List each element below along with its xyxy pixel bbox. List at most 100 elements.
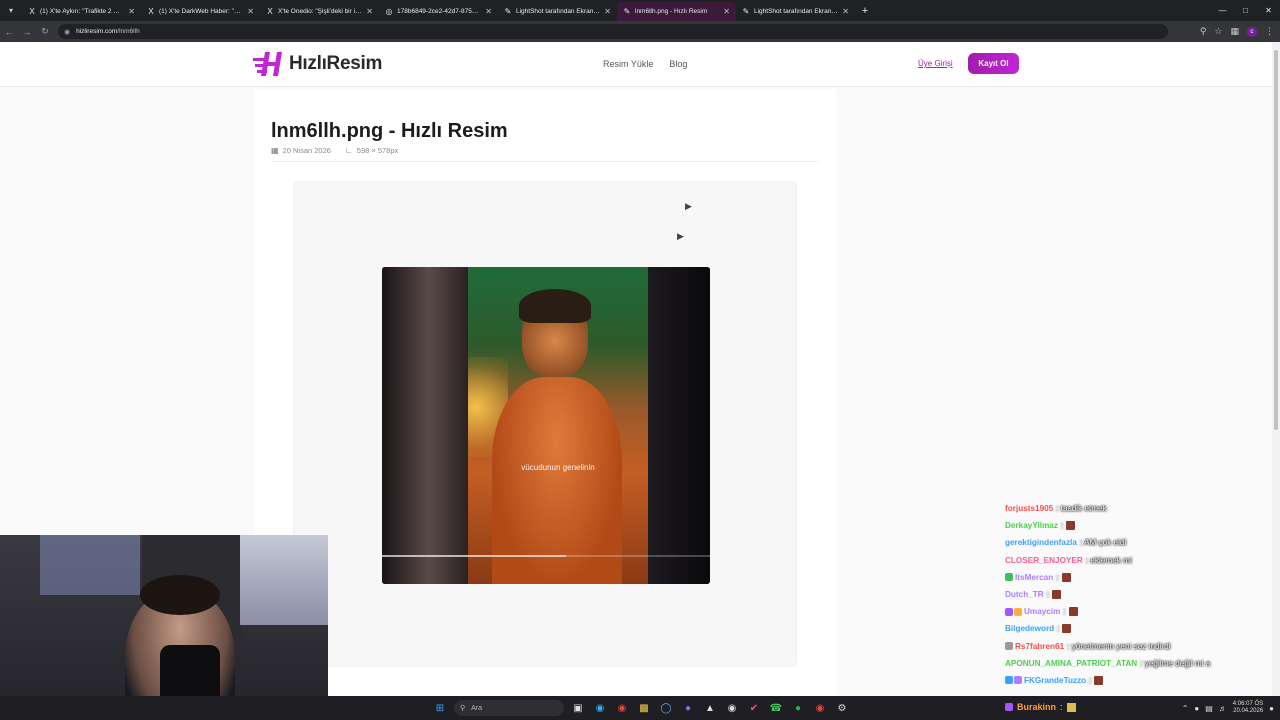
close-tab-icon[interactable]: ✕ [247,7,254,16]
chrome-icon[interactable]: ◉ [614,700,630,716]
close-tab-icon[interactable]: ✕ [128,7,135,16]
app-icon[interactable]: ⚙ [834,700,850,716]
mouse-cursor-icon: ▶ [677,231,684,241]
chat-message: ItsMercan: [1005,569,1265,586]
login-link[interactable]: Üye Girişi [918,59,953,68]
chat-message: FKGrandeTuzzo: [1005,672,1265,689]
notification-icon[interactable]: ● [1269,704,1274,713]
browser-tab[interactable]: ◎ 178b6849-2ce2-42d7-8750-28 ✕ [379,2,498,21]
chat-text: : AM çok eldi [1079,538,1127,548]
chat-message: Bilgedeword: [1005,620,1265,637]
tab-title: (1) X'te Aykırı: "Trafikte 2 meder [40,8,125,15]
chat-text: : [1060,521,1064,531]
uploaded-image[interactable]: vücudunun genelinin [382,267,710,584]
browser-tab[interactable]: ✎ LightShot tarafından Ekran Gör ✕ [498,2,617,21]
maximize-icon[interactable]: □ [1234,0,1257,21]
toolbar-actions: ⚲ ☆ ▦ c ⋮ [1200,21,1274,42]
close-tab-icon[interactable]: ✕ [842,7,849,16]
site-logo[interactable]: HızlıResim [253,52,382,76]
nav-upload-link[interactable]: Resim Yükle [603,59,653,69]
feather-icon: ✎ [623,6,631,16]
chat-text: : yeğilme değil mi a [1140,658,1211,668]
browser-tab[interactable]: X X'te Onedio: "Şişli'deki bir ilkok ✕ [260,2,379,21]
webcam-window [240,535,328,625]
spotify-icon[interactable]: ● [790,700,806,716]
forward-arrow-icon[interactable]: → [18,27,36,37]
browser-tab[interactable]: X (1) X'te DarkWeb Haber: "Bir gu ✕ [141,2,260,21]
browser-toolbar: ← → ↻ ◉ hizliresim.com/lnm6llh ⚲ ☆ ▦ c ⋮ [0,21,1280,42]
folder-icon[interactable]: ▩ [636,700,652,716]
back-arrow-icon[interactable]: ← [0,27,18,37]
logo-text: HızlıResim [289,53,383,74]
close-tab-icon[interactable]: ✕ [366,7,373,16]
tab-title: 178b6849-2ce2-42d7-8750-28 [397,8,482,15]
image-dimensions: ∟ 598 × 578px [344,146,399,155]
app-icon[interactable]: ✔ [746,700,762,716]
address-bar[interactable]: ◉ hizliresim.com/lnm6llh [58,24,1168,39]
tray-chevron-icon[interactable]: ⌃ [1182,704,1189,713]
alert-user: Burakinn [1017,702,1057,712]
edge-icon[interactable]: ◉ [592,700,608,716]
tab-title: LightShot tarafından Ekran Gör [754,8,839,15]
site-info-icon[interactable]: ◉ [64,28,70,36]
chat-badge-icon [1005,573,1013,582]
image-person-torso [492,377,622,584]
alert-badge-icon [1005,703,1013,711]
close-tab-icon[interactable]: ✕ [604,7,611,16]
chat-message: APONUN_AMINA_PATRIOT_ATAN: yeğilme değil… [1005,655,1265,672]
chat-message: gerektigindenfazla: AM çok eldi [1005,534,1265,551]
new-tab-plus-icon[interactable]: + [855,5,875,17]
emote-icon [1094,675,1104,685]
logo-h-icon [253,52,285,76]
profile-avatar[interactable]: c [1247,26,1257,37]
signup-button[interactable]: Kayıt Ol [968,53,1019,74]
tab-title: X'te Onedio: "Şişli'deki bir ilkok [278,8,363,15]
reload-icon[interactable]: ↻ [36,26,54,37]
extensions-icon[interactable]: ▦ [1230,26,1239,37]
steam-icon[interactable]: ◉ [724,700,740,716]
bookmark-star-icon[interactable]: ☆ [1214,26,1222,37]
start-windows-icon[interactable]: ⊞ [432,700,448,716]
app-icon[interactable]: ▲ [702,700,718,716]
chat-message: Umaycim: [1005,603,1265,620]
emote-icon [1066,521,1076,531]
app-icon[interactable]: ◯ [658,700,674,716]
window-controls: — □ ✕ [1211,0,1280,21]
chat-text: : [1056,572,1059,582]
browser-tab[interactable]: X (1) X'te Aykırı: "Trafikte 2 meder ✕ [22,2,141,21]
task-view-icon[interactable]: ▣ [570,700,586,716]
browser-menu-icon[interactable]: ⋮ [1265,26,1274,37]
chat-badges [1005,573,1013,582]
close-tab-icon[interactable]: ✕ [485,7,492,16]
nav-blog-link[interactable]: Blog [669,59,687,69]
taskbar-apps: ⊞ ⚲ Ara ▣ ◉ ◉ ▩ ◯ ● ▲ ◉ ✔ ☎ ● ◉ ⚙ [432,696,850,720]
discord-icon[interactable]: ● [680,700,696,716]
chat-text: : yönetmenin yeni sez indirdi [1067,641,1171,651]
tab-search-icon[interactable]: ▾ [0,0,22,21]
clock[interactable]: 4:06:07 ÖS 20.04.2026 [1233,701,1263,715]
chat-message: forjusts1905: tasdik etmek [1005,500,1265,517]
main-nav: Resim Yükle Blog [603,59,687,69]
image-preview-frame: vücudunun genelinin [293,181,797,667]
chat-badge-icon [1014,607,1022,616]
browser-tab[interactable]: ✎ LightShot tarafından Ekran Gör ✕ [736,2,855,21]
scrollbar-thumb[interactable] [1274,50,1278,430]
chat-username: Bilgedeword [1005,624,1055,634]
mic-tray-icon[interactable]: ● [1194,704,1199,713]
page-scrollbar[interactable] [1272,42,1280,696]
chrome-icon[interactable]: ◉ [812,700,828,716]
close-tab-icon[interactable]: ✕ [723,7,730,16]
chat-badges [1005,607,1022,616]
tab-title: lnm6llh.png - Hızlı Resim [635,8,708,15]
taskbar-search[interactable]: ⚲ Ara [454,700,564,716]
minimize-icon[interactable]: — [1211,0,1234,21]
whatsapp-icon[interactable]: ☎ [768,700,784,716]
video-progress-fill [382,555,566,557]
network-icon[interactable]: ▤ [1205,704,1213,713]
close-window-icon[interactable]: ✕ [1257,0,1280,21]
zoom-icon[interactable]: ⚲ [1200,26,1207,37]
volume-icon[interactable]: ♬ [1219,704,1227,713]
browser-tab[interactable]: ✎ lnm6llh.png - Hızlı Resim ✕ [617,2,736,21]
browser-tab-bar: ▾ X (1) X'te Aykırı: "Trafikte 2 meder ✕ X(… [0,0,1280,21]
x-icon: X [267,6,273,16]
